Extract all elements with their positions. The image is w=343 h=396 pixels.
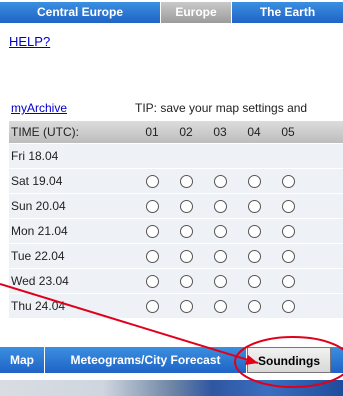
radio-cell (271, 199, 305, 213)
radio-cell (271, 249, 305, 263)
day-row: Mon 21.04 (9, 219, 343, 244)
time-radio-button[interactable] (247, 224, 261, 238)
radio-cell (203, 299, 237, 313)
day-label: Wed 23.04 (11, 274, 69, 288)
map-preview-strip (0, 380, 343, 396)
radio-cell (203, 174, 237, 188)
day-label: Sat 19.04 (11, 174, 63, 188)
time-radio-button[interactable] (179, 224, 193, 238)
radio-cell (169, 224, 203, 238)
radio-cell (135, 174, 169, 188)
day-label: Sun 20.04 (11, 199, 66, 213)
day-rows: Fri 18.04 Sat 19.04 Sun 20.04 Mon 21.04 Tue … (9, 144, 343, 319)
day-label: Mon 21.04 (11, 224, 68, 238)
time-header-row: TIME (UTC): 01 02 03 04 05 (9, 121, 343, 144)
tab-soundings[interactable]: Soundings (247, 347, 331, 373)
time-radio-button[interactable] (281, 249, 295, 263)
time-radio-button[interactable] (179, 299, 193, 313)
day-row: Thu 24.04 (9, 294, 343, 319)
time-radio-button[interactable] (145, 224, 159, 238)
time-utc-label: TIME (UTC): (11, 125, 79, 139)
time-radio-button[interactable] (213, 174, 227, 188)
tab-map[interactable]: Map (0, 347, 45, 373)
radio-cell (135, 199, 169, 213)
radio-cell (237, 224, 271, 238)
radio-cell (237, 299, 271, 313)
time-radio-button[interactable] (247, 299, 261, 313)
day-label: Tue 22.04 (11, 249, 65, 263)
time-radio-button[interactable] (213, 274, 227, 288)
radio-cell (135, 224, 169, 238)
day-row: Sat 19.04 (9, 169, 343, 194)
radio-cell (203, 274, 237, 288)
radio-cell (203, 199, 237, 213)
radio-cell (203, 224, 237, 238)
radio-cell (135, 299, 169, 313)
bottom-tab-bar: Map Meteograms/City Forecast Soundings (0, 347, 343, 373)
radio-cell (237, 174, 271, 188)
time-radio-button[interactable] (145, 199, 159, 213)
time-radio-button[interactable] (179, 249, 193, 263)
tab-central-europe[interactable]: Central Europe (0, 2, 161, 23)
time-radio-button[interactable] (213, 224, 227, 238)
radio-cell (271, 299, 305, 313)
radio-cell (271, 224, 305, 238)
tab-the-earth[interactable]: The Earth (232, 2, 343, 23)
tab-more[interactable] (331, 347, 343, 373)
tab-europe[interactable]: Europe (161, 2, 232, 23)
help-link[interactable]: HELP? (9, 34, 50, 49)
day-label: Thu 24.04 (11, 299, 66, 313)
radio-cell (135, 249, 169, 263)
time-radio-button[interactable] (213, 299, 227, 313)
time-radio-button[interactable] (247, 249, 261, 263)
time-radio-button[interactable] (247, 174, 261, 188)
tip-text: TIP: save your map settings and (135, 101, 308, 115)
radio-cell (169, 199, 203, 213)
my-archive-link[interactable]: myArchive (11, 101, 67, 115)
time-radio-button[interactable] (247, 199, 261, 213)
time-radio-button[interactable] (281, 299, 295, 313)
radio-cell (169, 174, 203, 188)
time-radio-button[interactable] (179, 274, 193, 288)
time-radio-button[interactable] (281, 174, 295, 188)
top-tab-bar: Central Europe Europe The Earth (0, 2, 343, 23)
day-row: Sun 20.04 (9, 194, 343, 219)
radio-cell (237, 199, 271, 213)
time-radio-button[interactable] (145, 299, 159, 313)
hour-header: 01 (145, 125, 159, 139)
time-radio-button[interactable] (281, 199, 295, 213)
radio-cell (135, 274, 169, 288)
tab-meteograms[interactable]: Meteograms/City Forecast (45, 347, 247, 373)
radio-cell (271, 174, 305, 188)
time-radio-button[interactable] (145, 174, 159, 188)
time-radio-button[interactable] (145, 274, 159, 288)
archive-row: myArchive TIP: save your map settings an… (9, 96, 343, 121)
hour-header: 05 (281, 125, 295, 139)
time-radio-button[interactable] (179, 199, 193, 213)
hour-header: 03 (213, 125, 227, 139)
time-radio-button[interactable] (213, 249, 227, 263)
radio-cell (237, 274, 271, 288)
hour-header: 04 (247, 125, 261, 139)
day-row: Tue 22.04 (9, 244, 343, 269)
radio-cell (169, 299, 203, 313)
time-radio-button[interactable] (145, 249, 159, 263)
day-label: Fri 18.04 (11, 149, 59, 163)
time-selection-grid: myArchive TIP: save your map settings an… (9, 96, 343, 319)
time-radio-button[interactable] (281, 224, 295, 238)
radio-cell (237, 249, 271, 263)
time-radio-button[interactable] (179, 174, 193, 188)
time-radio-button[interactable] (247, 274, 261, 288)
radio-cell (169, 249, 203, 263)
radio-cell (271, 274, 305, 288)
hour-header: 02 (179, 125, 193, 139)
radio-cell (203, 249, 237, 263)
radio-cell (169, 274, 203, 288)
time-radio-button[interactable] (213, 199, 227, 213)
time-radio-button[interactable] (281, 274, 295, 288)
day-row: Wed 23.04 (9, 269, 343, 294)
day-row: Fri 18.04 (9, 144, 343, 169)
